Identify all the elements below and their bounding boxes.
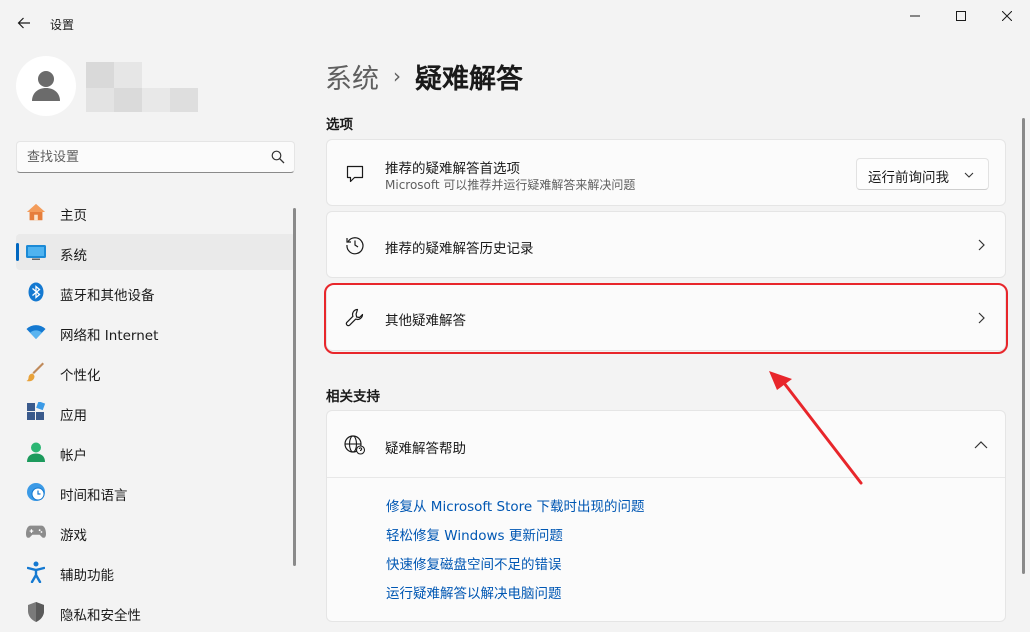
sidebar-item-network[interactable]: 网络和 Internet [16,314,295,350]
sidebar-item-bluetooth[interactable]: 蓝牙和其他设备 [16,274,295,310]
sidebar-item-gaming[interactable]: 游戏 [16,514,295,550]
clock-globe-icon [26,482,46,502]
help-link[interactable]: 修复从 Microsoft Store 下载时出现的问题 [386,497,645,526]
help-links: 修复从 Microsoft Store 下载时出现的问题 轻松修复 Window… [386,497,645,613]
wifi-icon [26,322,46,342]
breadcrumb-parent[interactable]: 系统 [325,57,379,96]
chat-bubble-icon [344,163,366,185]
shield-icon [26,602,46,622]
sidebar-item-system[interactable]: 系统 [16,234,295,270]
close-button[interactable] [984,0,1030,32]
account-icon [26,442,46,462]
chevron-right-icon [973,237,989,253]
section-title-support: 相关支持 [326,389,380,405]
back-button[interactable] [12,10,36,36]
home-icon [26,202,46,222]
troubleshoot-history-card[interactable]: 推荐的疑难解答历史记录 [326,211,1006,278]
redacted-user-name [86,62,198,112]
sidebar-item-label: 应用 [60,408,87,424]
title-bar: 设置 [0,0,1030,48]
sidebar-item-label: 隐私和安全性 [60,608,141,624]
sidebar-item-label: 时间和语言 [60,488,128,504]
sidebar-item-label: 网络和 Internet [60,328,159,344]
dropdown-value: 运行前询问我 [868,170,949,186]
minimize-icon [910,15,920,17]
brush-icon [26,362,46,382]
card-subtitle: Microsoft 可以推荐并运行疑难解答来解决问题 [385,178,636,192]
search-icon[interactable] [271,150,287,166]
sidebar-item-time-language[interactable]: 时间和语言 [16,474,295,510]
annotation-highlight-box [324,283,1008,354]
chevron-up-icon[interactable] [973,437,989,453]
globe-help-icon [344,434,366,456]
settings-search-box[interactable] [16,141,295,173]
avatar [16,56,76,116]
sidebar-item-label: 主页 [60,208,87,224]
search-input[interactable] [27,147,257,167]
minimize-button[interactable] [892,0,938,32]
close-icon [1002,11,1012,21]
breadcrumb: 系统 › 疑难解答 [325,56,523,96]
history-icon [344,234,366,256]
sidebar-nav: 主页 系统 蓝牙和其他设备 网络和 Internet 个性化 应用 帐户 时间和… [16,194,295,632]
breadcrumb-separator: › [393,64,401,88]
card-title: 推荐的疑难解答首选项 [385,161,520,177]
help-link[interactable]: 轻松修复 Windows 更新问题 [386,526,645,555]
sidebar-item-label: 系统 [60,248,87,264]
recommended-preferences-card: 推荐的疑难解答首选项 Microsoft 可以推荐并运行疑难解答来解决问题 运行… [326,139,1006,206]
sidebar-item-label: 帐户 [60,448,87,464]
maximize-button[interactable] [938,0,984,32]
apps-icon [26,402,46,422]
sidebar-item-personalization[interactable]: 个性化 [16,354,295,390]
system-icon [26,242,46,262]
sidebar-item-accounts[interactable]: 帐户 [16,434,295,470]
sidebar-item-home[interactable]: 主页 [16,194,295,230]
sidebar-item-label: 个性化 [60,368,101,384]
accessibility-icon [26,561,46,583]
help-expander-header[interactable]: 疑难解答帮助 [327,411,1005,478]
maximize-icon [956,11,966,21]
sidebar-item-accessibility[interactable]: 辅助功能 [16,554,295,590]
card-title: 疑难解答帮助 [385,441,466,457]
sidebar-item-label: 辅助功能 [60,568,114,584]
sidebar-item-label: 蓝牙和其他设备 [60,288,155,304]
person-icon [32,71,60,101]
app-title: 设置 [50,18,75,32]
help-link[interactable]: 快速修复磁盘空间不足的错误 [386,555,645,584]
troubleshoot-preference-dropdown[interactable]: 运行前询问我 [856,158,989,190]
main-scrollbar[interactable] [1022,118,1025,574]
card-title: 推荐的疑难解答历史记录 [385,241,534,257]
help-link[interactable]: 运行疑难解答以解决电脑问题 [386,584,645,613]
bluetooth-icon [26,282,46,302]
page-title: 疑难解答 [415,63,523,95]
sidebar-item-privacy-security[interactable]: 隐私和安全性 [16,594,295,630]
section-title-options: 选项 [326,117,353,133]
back-arrow-icon [17,17,30,29]
gamepad-icon [26,522,46,542]
sidebar-item-label: 游戏 [60,528,87,544]
sidebar-scrollbar[interactable] [293,208,296,566]
sidebar-item-apps[interactable]: 应用 [16,394,295,430]
chevron-down-icon [964,172,974,178]
